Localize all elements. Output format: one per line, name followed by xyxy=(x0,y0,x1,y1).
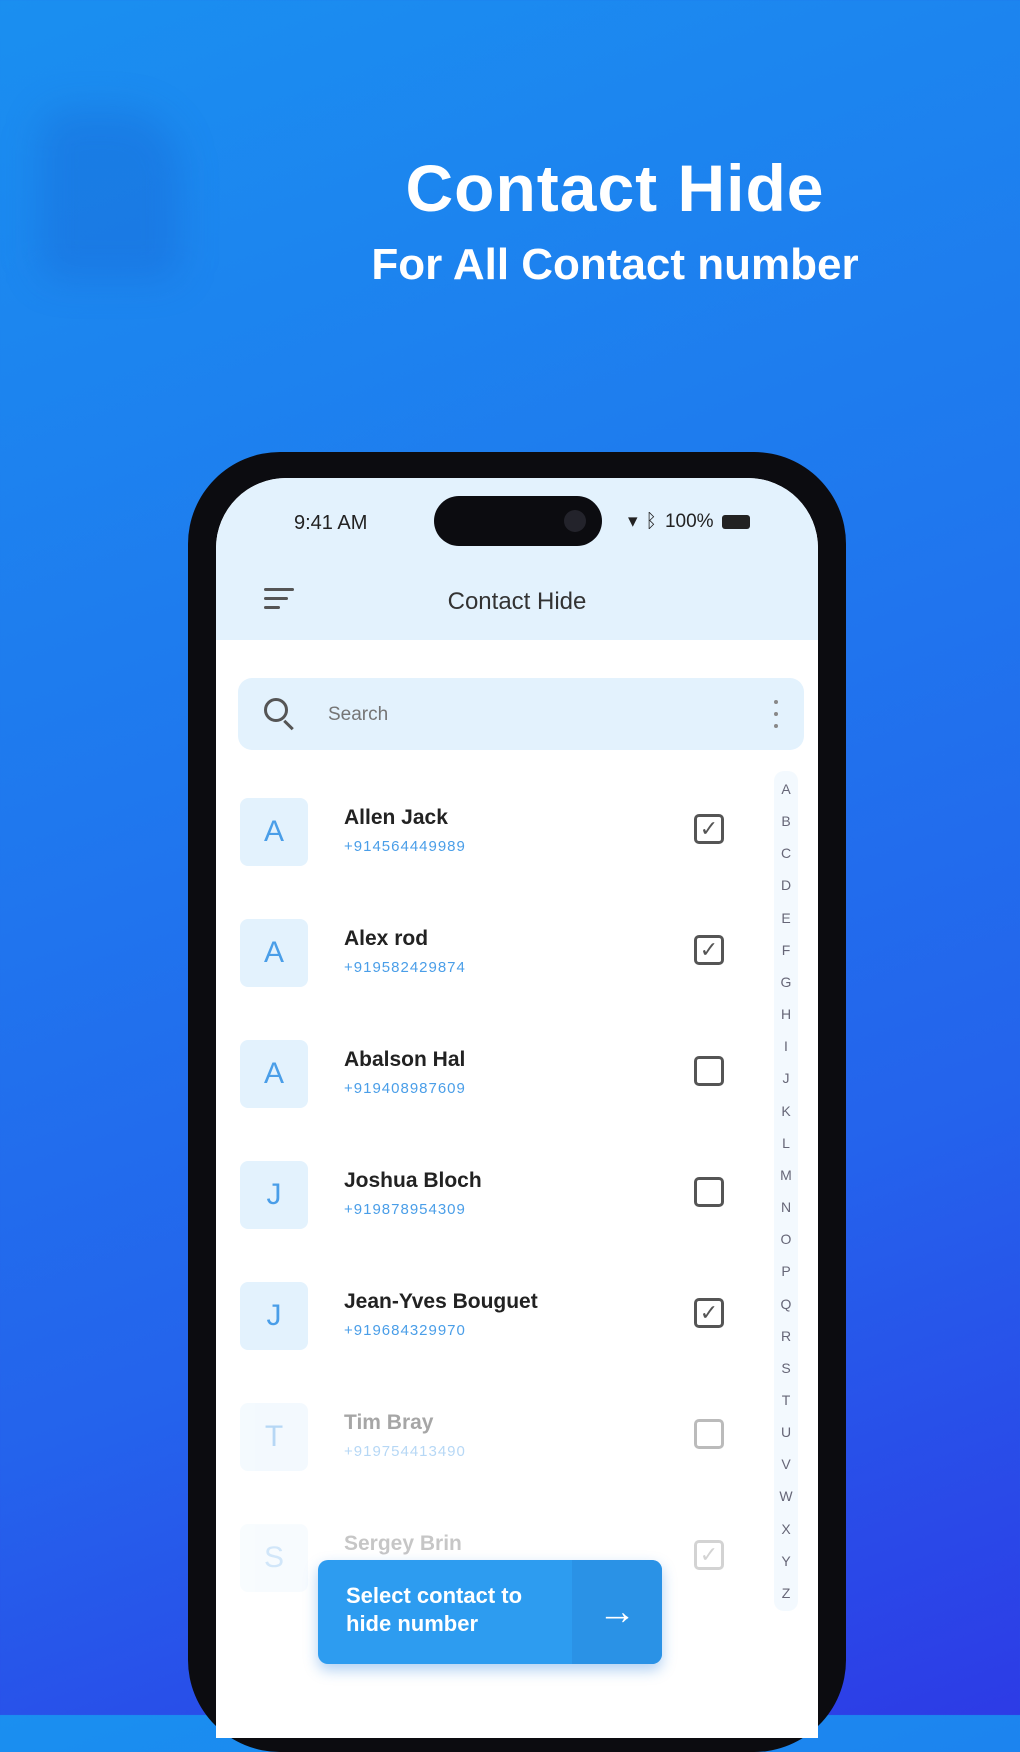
alphabet-letter[interactable]: O xyxy=(781,1231,792,1247)
alphabet-letter[interactable]: R xyxy=(781,1328,791,1344)
status-icons: ▾ ᛒ 100% xyxy=(628,510,750,533)
select-contact-label: Select contact to hide number xyxy=(346,1583,523,1636)
contact-phone: +919878954309 xyxy=(344,1201,466,1218)
contact-checkbox[interactable]: ✓ xyxy=(694,814,724,844)
contact-avatar: A xyxy=(240,798,308,866)
contact-phone: +919754413490 xyxy=(344,1443,466,1460)
alphabet-letter[interactable]: B xyxy=(781,813,790,829)
contact-name: Joshua Bloch xyxy=(344,1169,482,1192)
contact-avatar: A xyxy=(240,1040,308,1108)
contact-phone: +919684329970 xyxy=(344,1322,466,1339)
alphabet-letter[interactable]: T xyxy=(782,1392,791,1408)
contact-name: Allen Jack xyxy=(344,806,448,829)
bluetooth-icon: ᛒ xyxy=(645,510,657,532)
select-contact-button[interactable]: Select contact to hide number → xyxy=(318,1560,662,1664)
search-bar[interactable] xyxy=(238,678,804,750)
contact-name: Jean-Yves Bouguet xyxy=(344,1290,538,1313)
contact-row[interactable]: A Abalson Hal +919408987609 xyxy=(216,1040,736,1161)
contact-checkbox[interactable]: ✓ xyxy=(694,1298,724,1328)
wifi-icon: ▾ xyxy=(628,511,638,532)
alphabet-letter[interactable]: K xyxy=(781,1103,790,1119)
dynamic-island xyxy=(434,496,602,546)
alphabet-letter[interactable]: S xyxy=(781,1360,790,1376)
phone-screen: 9:41 AM ▾ ᛒ 100% Contact Hide A Allen Jac… xyxy=(216,478,818,1738)
contact-avatar: T xyxy=(240,1403,308,1471)
search-icon xyxy=(264,698,288,722)
alphabet-letter[interactable]: Y xyxy=(781,1553,790,1569)
contact-name: Tim Bray xyxy=(344,1411,434,1434)
contact-avatar: J xyxy=(240,1282,308,1350)
app-title: Contact Hide xyxy=(447,588,587,615)
arrow-right-icon: → xyxy=(572,1560,662,1664)
alphabet-letter[interactable]: Z xyxy=(782,1585,791,1601)
status-time: 9:41 AM xyxy=(294,512,368,534)
contact-checkbox[interactable]: ✓ xyxy=(694,935,724,965)
app-header: 9:41 AM ▾ ᛒ 100% Contact Hide xyxy=(216,478,818,640)
contact-row[interactable]: T Tim Bray +919754413490 xyxy=(216,1403,736,1524)
camera-icon xyxy=(564,510,586,532)
alphabet-letter[interactable]: Q xyxy=(781,1296,792,1312)
contact-name: Sergey Brin xyxy=(344,1532,462,1555)
contact-row[interactable]: A Alex rod +919582429874 ✓ xyxy=(216,919,736,1040)
hero-subtitle: For All Contact number xyxy=(371,240,859,289)
contact-avatar: A xyxy=(240,919,308,987)
hero-title: Contact Hide xyxy=(405,151,825,225)
alphabet-letter[interactable]: M xyxy=(780,1167,792,1183)
contact-name: Abalson Hal xyxy=(344,1048,466,1071)
alphabet-letter[interactable]: D xyxy=(781,877,791,893)
alphabet-letter[interactable]: X xyxy=(781,1521,790,1537)
alphabet-letter[interactable]: U xyxy=(781,1424,791,1440)
alphabet-letter[interactable]: F xyxy=(782,942,791,958)
alphabet-letter[interactable]: I xyxy=(784,1038,788,1054)
alphabet-letter[interactable]: W xyxy=(779,1488,792,1504)
battery-icon xyxy=(721,514,750,529)
search-input[interactable] xyxy=(326,698,710,732)
contact-phone: +914564449989 xyxy=(344,838,466,855)
alphabet-letter[interactable]: G xyxy=(781,974,792,990)
contact-phone: +919582429874 xyxy=(344,959,466,976)
alphabet-letter[interactable]: C xyxy=(781,845,791,861)
alphabet-letter[interactable]: E xyxy=(781,910,790,926)
contact-name: Alex rod xyxy=(344,927,429,950)
contact-row[interactable]: J Jean-Yves Bouguet +919684329970 ✓ xyxy=(216,1282,736,1403)
contact-phone: +919408987609 xyxy=(344,1080,466,1097)
contact-checkbox[interactable] xyxy=(694,1177,724,1207)
contact-checkbox[interactable] xyxy=(694,1056,724,1086)
alphabet-letter[interactable]: H xyxy=(781,1006,791,1022)
battery-percent: 100% xyxy=(664,510,714,532)
alphabet-letter[interactable]: P xyxy=(781,1263,790,1279)
contact-list: A Allen Jack +914564449989 ✓ A Alex rod +91958… xyxy=(216,798,736,1645)
contact-row[interactable]: A Allen Jack +914564449989 ✓ xyxy=(216,798,736,919)
alphabet-letter[interactable]: V xyxy=(781,1456,790,1472)
contact-avatar: S xyxy=(240,1524,308,1592)
alphabet-letter[interactable]: A xyxy=(781,781,790,797)
alphabet-letter[interactable]: L xyxy=(782,1135,790,1151)
alphabet-letter[interactable]: J xyxy=(783,1070,790,1086)
more-vertical-icon[interactable] xyxy=(774,700,778,728)
alphabet-letter[interactable]: N xyxy=(781,1199,791,1215)
contact-checkbox[interactable] xyxy=(694,1419,724,1449)
contact-checkbox[interactable]: ✓ xyxy=(694,1540,724,1570)
alphabet-index[interactable]: ABCD EFGHIJ KLMNOP QRSTUVW XYZ xyxy=(774,771,798,1611)
contact-avatar: J xyxy=(240,1161,308,1229)
contact-row[interactable]: J Joshua Bloch +919878954309 xyxy=(216,1161,736,1282)
